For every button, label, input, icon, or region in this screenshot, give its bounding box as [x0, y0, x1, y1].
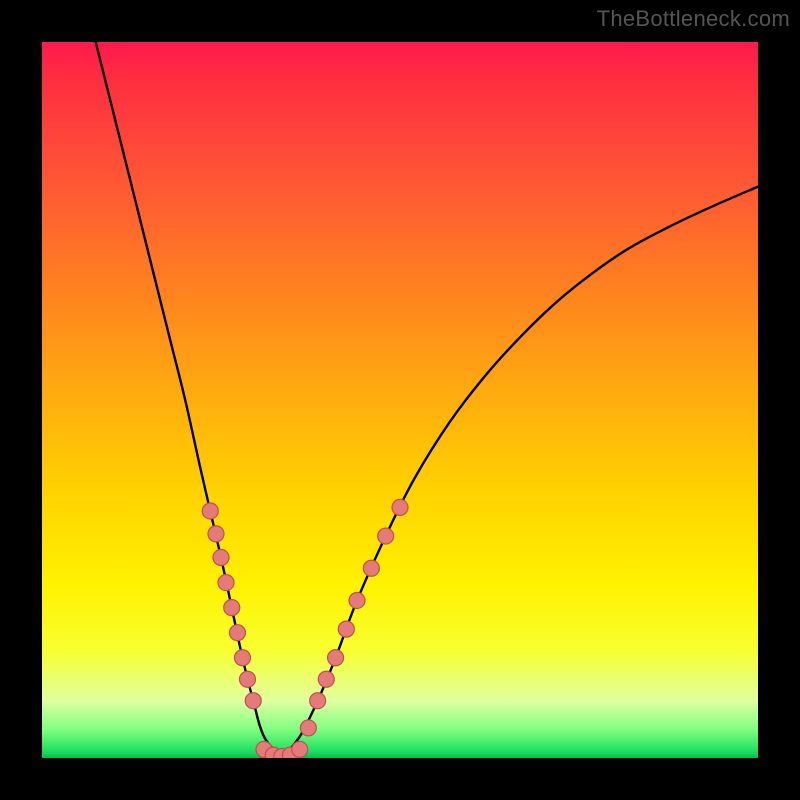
bead-marker — [239, 671, 255, 687]
curve-svg — [42, 42, 758, 758]
plot-gradient-area — [42, 42, 758, 758]
bead-marker — [300, 720, 316, 736]
bead-marker — [218, 575, 234, 591]
bead-markers — [202, 499, 408, 758]
bead-marker — [202, 503, 218, 519]
bead-marker — [234, 650, 250, 666]
bead-marker — [224, 600, 240, 616]
right-curve-path — [282, 187, 758, 758]
watermark-text: TheBottleneck.com — [597, 6, 790, 32]
bead-marker — [310, 693, 326, 709]
bead-marker — [318, 671, 334, 687]
bead-marker — [213, 550, 229, 566]
bead-marker — [378, 528, 394, 544]
bead-marker — [245, 693, 261, 709]
bead-marker — [328, 650, 344, 666]
bead-marker — [349, 592, 365, 608]
bead-marker — [229, 625, 245, 641]
bead-marker — [338, 621, 354, 637]
chart-frame: TheBottleneck.com — [0, 0, 800, 800]
left-curve-path — [96, 42, 282, 758]
bead-marker — [292, 741, 308, 757]
bead-marker — [363, 560, 379, 576]
bead-marker — [392, 499, 408, 515]
bead-marker — [208, 526, 224, 542]
